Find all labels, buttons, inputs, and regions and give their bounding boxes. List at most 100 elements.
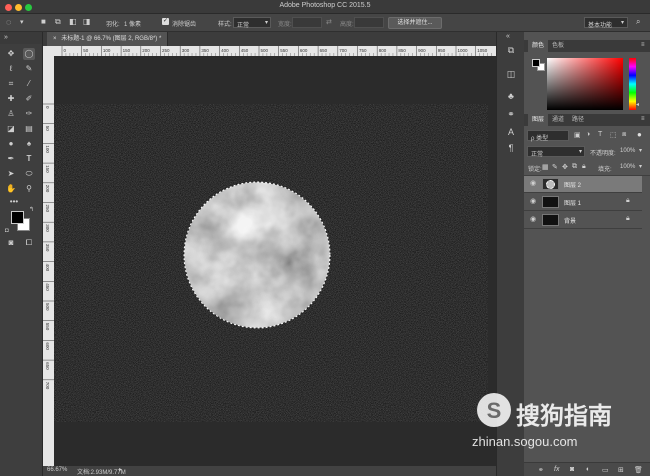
tab-layers[interactable]: 图层 bbox=[528, 114, 549, 126]
adjustment-icon[interactable]: ◐ bbox=[586, 466, 590, 473]
horizontal-ruler[interactable]: 0 50 100 150 200 250 300 350 400 450 500 550 600 650 7… bbox=[54, 46, 496, 56]
layer-name[interactable]: 背景 bbox=[564, 216, 576, 225]
history-panel-icon[interactable]: ⧉ bbox=[505, 44, 517, 56]
layer-name[interactable]: 图层 2 bbox=[564, 180, 581, 189]
document-tab[interactable]: × 未标题-1 @ 66.7% (图层 2, RGB/8*) * bbox=[47, 32, 169, 46]
trash-icon[interactable]: 🗑︎ bbox=[634, 466, 643, 474]
pixel-filter-icon[interactable]: ▣ bbox=[574, 131, 581, 139]
search-icon[interactable]: ⌕ bbox=[636, 17, 640, 27]
history-brush-tool-icon[interactable]: ✑ bbox=[23, 108, 35, 120]
collapse-icon[interactable]: » bbox=[4, 34, 8, 41]
lock-image-icon[interactable]: ✎ bbox=[552, 163, 558, 171]
adjustments-panel-icon[interactable]: ⚭ bbox=[505, 108, 517, 120]
new-layer-icon[interactable]: ⊞ bbox=[618, 466, 624, 474]
brush-panel-icon[interactable]: ♣ bbox=[505, 90, 517, 102]
blur-tool-icon[interactable]: ● bbox=[5, 138, 17, 150]
character-panel-icon[interactable]: A bbox=[505, 126, 517, 138]
healing-brush-tool-icon[interactable]: ✚ bbox=[5, 93, 17, 105]
document-canvas[interactable] bbox=[54, 104, 488, 422]
properties-panel-icon[interactable]: ◫ bbox=[505, 68, 517, 80]
layer-filter-select[interactable]: ρ 类型 bbox=[527, 130, 569, 142]
width-input[interactable] bbox=[292, 17, 322, 28]
brush-tool-icon[interactable]: ✐ bbox=[23, 93, 35, 105]
feather-input[interactable]: 1 像素 bbox=[124, 19, 141, 28]
zoom-tool-icon[interactable]: ⚲ bbox=[23, 183, 35, 195]
chevron-down-icon[interactable]: ▾ bbox=[639, 147, 642, 154]
type-tool-icon[interactable]: T bbox=[23, 153, 35, 165]
gradient-tool-icon[interactable]: ▤ bbox=[23, 123, 35, 135]
foreground-color-swatch[interactable] bbox=[11, 211, 24, 224]
workspace-select[interactable]: 基本功能 ▾ bbox=[584, 17, 628, 29]
visibility-eye-icon[interactable]: ◉ bbox=[528, 197, 538, 207]
paragraph-panel-icon[interactable]: ¶ bbox=[505, 142, 517, 154]
hue-slider[interactable] bbox=[629, 58, 636, 110]
mask-icon[interactable]: ◙ bbox=[570, 466, 574, 473]
link-icon[interactable]: ⚭ bbox=[538, 466, 544, 474]
new-selection-icon[interactable]: ■ bbox=[41, 17, 46, 26]
shape-tool-icon[interactable]: ⬭ bbox=[23, 168, 35, 180]
tab-paths[interactable]: 路径 bbox=[568, 114, 588, 126]
lock-artboard-icon[interactable]: ⧉ bbox=[572, 163, 577, 171]
lock-transparent-icon[interactable]: ▦ bbox=[542, 163, 549, 171]
vertical-ruler[interactable]: 0 50 100 150 200 250 300 350 400 450 500 550 600 650 7… bbox=[43, 46, 54, 466]
default-colors-icon[interactable]: ◘ bbox=[5, 228, 9, 234]
layer-name[interactable]: 图层 1 bbox=[564, 198, 581, 207]
hand-tool-icon[interactable]: ✋ bbox=[5, 183, 17, 195]
tab-color[interactable]: 颜色 bbox=[528, 40, 549, 52]
height-input[interactable] bbox=[354, 17, 384, 28]
hue-slider-handle-icon[interactable]: ◂ bbox=[636, 101, 639, 108]
lock-icon[interactable]: 🔒︎ bbox=[626, 197, 630, 205]
chevron-down-icon[interactable]: ▾ bbox=[20, 18, 24, 26]
lock-all-icon[interactable]: 🔒︎ bbox=[582, 163, 586, 171]
visibility-eye-icon[interactable]: ◉ bbox=[528, 179, 538, 189]
type-filter-icon[interactable]: T bbox=[598, 131, 602, 138]
swap-icon[interactable]: ⇄ bbox=[326, 18, 332, 26]
smart-object-filter-icon[interactable]: ⧈ bbox=[622, 131, 626, 139]
elliptical-marquee-tool-icon[interactable]: ◯ bbox=[23, 48, 35, 60]
opacity-input[interactable]: 100% bbox=[620, 148, 635, 154]
antialias-checkbox[interactable]: ✓ bbox=[162, 18, 169, 25]
path-selection-tool-icon[interactable]: ➤ bbox=[5, 168, 17, 180]
intersect-selection-icon[interactable]: ◨ bbox=[83, 17, 91, 26]
zoom-level[interactable]: 66.67% bbox=[47, 467, 67, 473]
layer-row-layer-1[interactable]: ◉ 图层 1 🔒︎ bbox=[524, 194, 642, 211]
collapse-icon[interactable]: « bbox=[506, 33, 510, 40]
close-tab-icon[interactable]: × bbox=[53, 36, 57, 42]
lock-position-icon[interactable]: ✥ bbox=[562, 163, 568, 171]
shape-filter-icon[interactable]: ⬚ bbox=[610, 131, 617, 139]
chevron-right-icon[interactable]: ▸ bbox=[119, 466, 122, 473]
fill-input[interactable]: 100% bbox=[620, 164, 635, 170]
quick-selection-tool-icon[interactable]: ✎ bbox=[23, 63, 35, 75]
folder-icon[interactable]: ▭ bbox=[602, 466, 609, 474]
add-to-selection-icon[interactable]: ⧉ bbox=[55, 17, 61, 27]
style-select[interactable]: 正常 ▾ bbox=[233, 17, 271, 29]
filter-toggle-icon[interactable]: ● bbox=[637, 130, 642, 139]
tab-swatches[interactable]: 色板 bbox=[548, 40, 568, 52]
quick-mask-icon[interactable]: ◙ bbox=[5, 237, 17, 249]
dodge-tool-icon[interactable]: ♠ bbox=[23, 138, 35, 150]
pen-tool-icon[interactable]: ✒ bbox=[5, 153, 17, 165]
clone-stamp-tool-icon[interactable]: ♙ bbox=[5, 108, 17, 120]
color-field[interactable] bbox=[547, 58, 623, 110]
blend-mode-select[interactable]: 正常 ▾ bbox=[527, 146, 585, 158]
layer-row-layer-2[interactable]: ◉ 图层 2 bbox=[524, 176, 642, 193]
crop-tool-icon[interactable]: ⌗ bbox=[5, 78, 17, 90]
subtract-selection-icon[interactable]: ◧ bbox=[69, 17, 77, 26]
eyedropper-tool-icon[interactable]: ⁄ bbox=[23, 78, 35, 90]
elliptical-marquee-preset-icon[interactable]: ◌ bbox=[6, 17, 11, 27]
panel-menu-icon[interactable]: ≡ bbox=[641, 42, 645, 48]
adjustment-filter-icon[interactable]: ◑ bbox=[586, 131, 590, 138]
lasso-tool-icon[interactable]: ℓ bbox=[5, 63, 17, 75]
screen-mode-icon[interactable]: ⧠ bbox=[23, 237, 35, 249]
more-tools-icon[interactable]: ••• bbox=[8, 196, 20, 208]
panel-menu-icon[interactable]: ≡ bbox=[641, 116, 645, 122]
move-tool-icon[interactable]: ✥ bbox=[5, 48, 17, 60]
chevron-down-icon[interactable]: ▾ bbox=[639, 163, 642, 170]
lock-icon[interactable]: 🔒︎ bbox=[626, 215, 630, 223]
color-panel-foreground-swatch[interactable] bbox=[532, 59, 540, 67]
swap-colors-icon[interactable]: ↰ bbox=[29, 206, 34, 213]
layer-row-background[interactable]: ◉ 背景 🔒︎ bbox=[524, 212, 642, 229]
visibility-eye-icon[interactable]: ◉ bbox=[528, 215, 538, 225]
fx-icon[interactable]: fx bbox=[554, 466, 559, 473]
eraser-tool-icon[interactable]: ◪ bbox=[5, 123, 17, 135]
